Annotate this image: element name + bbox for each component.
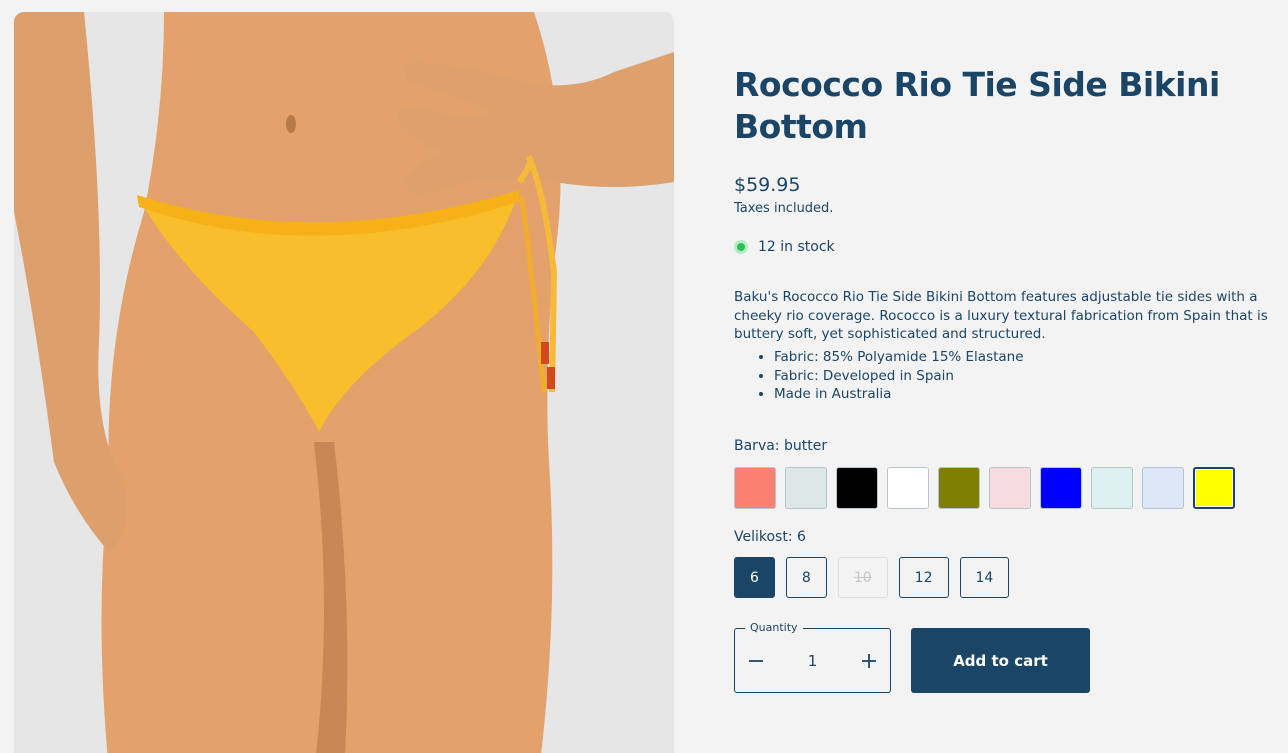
size-option[interactable]: 8 <box>785 557 827 598</box>
size-option[interactable]: 6 <box>734 557 775 598</box>
tax-note: Taxes included. <box>734 201 834 216</box>
product-price: $59.95 <box>734 174 801 196</box>
feature-item: Made in Australia <box>774 385 1274 404</box>
color-swatch[interactable] <box>836 467 878 509</box>
stock-text: 12 in stock <box>758 239 835 255</box>
color-swatch[interactable] <box>785 467 827 509</box>
color-swatch[interactable] <box>1142 467 1184 509</box>
size-option[interactable]: 12 <box>898 557 949 598</box>
plus-icon[interactable] <box>858 650 880 672</box>
product-photo <box>14 12 674 753</box>
color-swatch[interactable] <box>1091 467 1133 509</box>
quantity-stepper: Quantity <box>734 621 891 693</box>
size-options: 6 8 10 12 14 <box>734 557 1010 598</box>
product-image <box>14 12 674 753</box>
color-swatch[interactable] <box>1040 467 1082 509</box>
product-title: Rococco Rio Tie Side Bikini Bottom <box>734 65 1220 146</box>
color-swatch[interactable] <box>938 467 980 509</box>
product-features: Fabric: 85% Polyamide 15% Elastane Fabri… <box>774 348 1274 404</box>
color-swatch[interactable] <box>734 467 776 509</box>
product-description: Baku's Rococco Rio Tie Side Bikini Botto… <box>734 289 1268 342</box>
color-swatch[interactable] <box>1193 467 1235 509</box>
stock-status: 12 in stock <box>734 239 835 255</box>
color-swatch[interactable] <box>887 467 929 509</box>
color-swatches <box>734 467 1235 509</box>
size-option-label: Velikost: 6 <box>734 529 806 545</box>
minus-icon[interactable] <box>745 650 767 672</box>
color-option-label: Barva: butter <box>734 438 828 454</box>
stock-dot-icon <box>734 240 748 254</box>
feature-item: Fabric: Developed in Spain <box>774 367 1274 386</box>
feature-item: Fabric: 85% Polyamide 15% Elastane <box>774 348 1274 367</box>
quantity-legend: Quantity <box>745 621 803 634</box>
add-to-cart-button[interactable]: Add to cart <box>911 628 1090 693</box>
size-option[interactable]: 14 <box>959 557 1010 598</box>
size-option[interactable]: 10 <box>837 557 888 598</box>
color-swatch[interactable] <box>989 467 1031 509</box>
quantity-input[interactable] <box>792 651 833 670</box>
